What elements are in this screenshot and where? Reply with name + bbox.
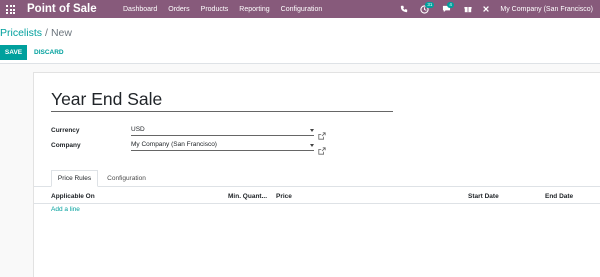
activity-count-badge: 31 — [425, 2, 435, 8]
notebook-tabs: Price Rules Configuration — [34, 170, 600, 187]
column-header-min-quantity[interactable]: Min. Quant... — [228, 193, 267, 200]
app-name[interactable]: Point of Sale — [27, 1, 97, 17]
save-button[interactable]: SAVE — [0, 45, 27, 60]
tab-price-rules[interactable]: Price Rules — [51, 170, 98, 187]
activity-clock-icon[interactable]: 31 — [418, 2, 435, 15]
form-sheet: Year End Sale Currency USD Company My Co… — [33, 72, 600, 277]
menu-orders[interactable]: Orders — [168, 6, 189, 13]
pricelist-name-input[interactable]: Year End Sale — [51, 88, 393, 112]
menu-configuration[interactable]: Configuration — [281, 6, 323, 13]
add-line-link[interactable]: Add a line — [51, 206, 80, 213]
debug-tools-icon[interactable] — [480, 3, 492, 15]
breadcrumb-current: New — [50, 27, 72, 39]
column-header-applicable-on[interactable]: Applicable On — [51, 193, 95, 200]
chevron-down-icon — [310, 129, 314, 132]
main-menu: Dashboard Orders Products Reporting Conf… — [123, 0, 333, 18]
message-count-badge: 4 — [447, 2, 454, 8]
discard-button[interactable]: DISCARD — [34, 45, 64, 60]
currency-value: USD — [131, 126, 145, 133]
company-select[interactable]: My Company (San Francisco) — [131, 141, 314, 151]
company-label: Company — [51, 142, 81, 149]
menu-products[interactable]: Products — [201, 6, 229, 13]
external-link-icon[interactable] — [318, 127, 326, 140]
breadcrumb-separator: / — [45, 27, 48, 39]
chevron-down-icon — [310, 144, 314, 147]
menu-dashboard[interactable]: Dashboard — [123, 6, 157, 13]
company-value: My Company (San Francisco) — [131, 141, 217, 148]
table-divider — [34, 203, 600, 204]
column-header-start-date[interactable]: Start Date — [468, 193, 499, 200]
breadcrumb-pricelists[interactable]: Pricelists — [0, 27, 42, 39]
tab-configuration[interactable]: Configuration — [99, 170, 154, 187]
currency-label: Currency — [51, 127, 80, 134]
apps-menu-icon[interactable] — [6, 5, 15, 14]
column-header-end-date[interactable]: End Date — [545, 193, 573, 200]
breadcrumb: Pricelists / New — [0, 27, 72, 39]
control-panel: Pricelists / New SAVE DISCARD — [0, 18, 600, 64]
external-link-icon[interactable] — [318, 142, 326, 155]
gift-icon[interactable] — [462, 3, 474, 15]
menu-reporting[interactable]: Reporting — [239, 6, 269, 13]
column-header-price[interactable]: Price — [276, 193, 292, 200]
systray: 31 4 My Company (San Francisco) — [398, 0, 600, 18]
phone-icon[interactable] — [398, 3, 410, 15]
company-switcher[interactable]: My Company (San Francisco) — [500, 6, 593, 13]
top-navbar: Point of Sale Dashboard Orders Products … — [0, 0, 600, 18]
messages-icon[interactable]: 4 — [440, 2, 454, 15]
currency-select[interactable]: USD — [131, 126, 314, 136]
